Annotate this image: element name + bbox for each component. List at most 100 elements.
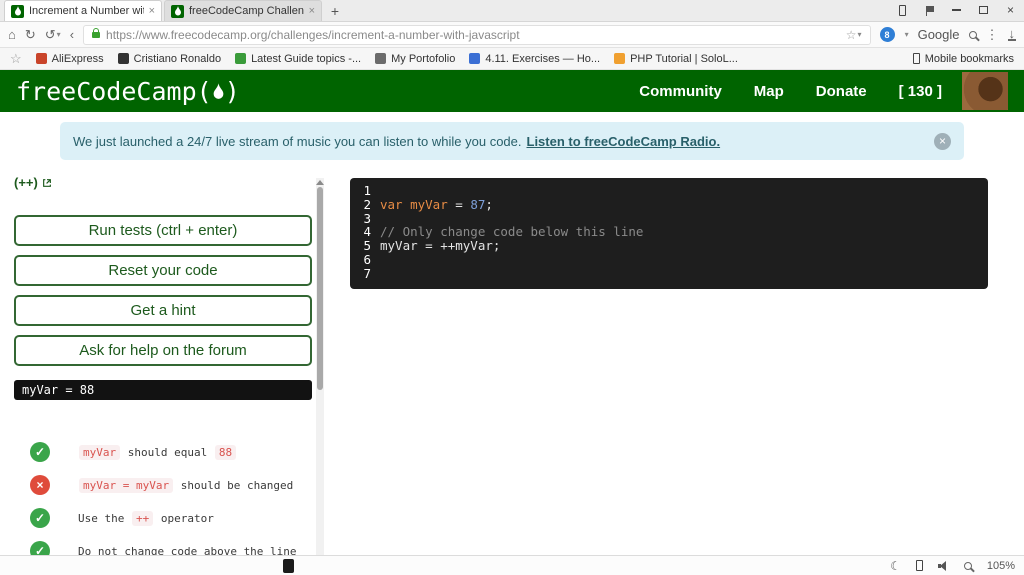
- downloads-button[interactable]: ↓: [1007, 27, 1016, 41]
- code-editor[interactable]: 1 2 var myVar = 87; 3 4 // Only change code b…: [350, 178, 988, 289]
- avatar[interactable]: [962, 72, 1008, 110]
- phone-icon: [899, 4, 906, 16]
- editor-line[interactable]: 3: [350, 210, 988, 226]
- header-nav-item[interactable]: Map: [754, 83, 784, 100]
- browser-tab[interactable]: freeCodeCamp Challenge Gui ×: [164, 0, 322, 21]
- bookmark-label: AliExpress: [51, 52, 104, 65]
- page-content: freeCodeCamp() Community Map Donate [ 130 ]…: [0, 70, 1024, 555]
- bookmark-item[interactable]: 4.11. Exercises — Ho...: [469, 53, 600, 65]
- banner-link[interactable]: Listen to freeCodeCamp Radio.: [527, 134, 721, 149]
- header-nav-item[interactable]: Community: [639, 83, 722, 100]
- editor-line[interactable]: 4 // Only change code below this line: [350, 225, 988, 239]
- line-number: 7: [363, 265, 371, 281]
- url-field[interactable]: https://www.freecodecamp.org/challenges/…: [83, 24, 871, 45]
- test-pass-icon: ✓: [30, 442, 50, 462]
- header-nav-item[interactable]: Donate: [816, 83, 867, 100]
- tab-title: Increment a Number with Jav: [29, 5, 144, 17]
- bookmark-star-button[interactable]: ☆ ▾: [846, 28, 862, 42]
- challenge-link-text: (++): [14, 175, 38, 190]
- new-tab-button[interactable]: +: [324, 1, 346, 21]
- line-number: 2: [363, 196, 371, 212]
- search-button[interactable]: [968, 30, 977, 39]
- test-result-row: × myVar = myVar should be changed: [14, 475, 316, 495]
- zoom-icon[interactable]: [963, 561, 972, 570]
- back-button[interactable]: ‹: [70, 27, 74, 42]
- radio-banner: We just launched a 24/7 live stream of m…: [60, 122, 964, 160]
- bookmark-favicon-icon: [235, 53, 247, 64]
- chevron-down-icon: ▾: [857, 30, 862, 39]
- tab-close-icon[interactable]: ×: [149, 5, 155, 17]
- bookmark-item[interactable]: PHP Tutorial | SoloL...: [614, 53, 738, 65]
- flag-icon[interactable]: [916, 0, 943, 21]
- test-result-row: ✓ Use the ++ operator: [14, 508, 316, 528]
- device-icon[interactable]: [915, 560, 923, 571]
- night-mode-icon[interactable]: ☾: [890, 559, 901, 573]
- code-text: myVar = ++myVar;: [380, 238, 501, 254]
- bookmark-item[interactable]: AliExpress: [35, 52, 104, 65]
- sidebar-action-button[interactable]: Get a hint: [14, 295, 312, 326]
- inline-code: myVar: [79, 444, 121, 460]
- freecodecamp-favicon-icon: [11, 4, 24, 18]
- header-nav-item[interactable]: [ 130 ]: [899, 83, 942, 100]
- test-pass-icon: ✓: [30, 508, 50, 528]
- blue-badge-icon[interactable]: 8: [879, 27, 895, 42]
- bookmark-label: 4.11. Exercises — Ho...: [485, 52, 601, 65]
- refresh-button[interactable]: ↻: [25, 27, 36, 43]
- console-output: myVar = 88: [14, 380, 312, 400]
- editor-line[interactable]: 2 var myVar = 87;: [350, 196, 988, 212]
- test-results: ✓ myVar should equal 88 × myVar = myVar sho…: [14, 442, 316, 555]
- banner-text: We just launched a 24/7 live stream of m…: [73, 133, 522, 149]
- editor-line[interactable]: 1: [350, 184, 988, 198]
- volume-icon[interactable]: [937, 560, 949, 571]
- line-number: 3: [363, 210, 371, 226]
- secure-lock-icon: [92, 27, 101, 38]
- tab-close-icon[interactable]: ×: [309, 5, 315, 17]
- logo-text: freeCodeCamp: [16, 76, 197, 106]
- menu-button[interactable]: ⋮: [986, 27, 999, 43]
- star-icon: ☆: [845, 27, 857, 42]
- bookmarks-star-icon[interactable]: ☆: [10, 51, 22, 67]
- bookmark-item[interactable]: Latest Guide topics -...: [235, 53, 361, 65]
- editor-line[interactable]: 7: [350, 265, 988, 281]
- url-text[interactable]: https://www.freecodecamp.org/challenges/…: [106, 28, 520, 42]
- test-result-text: myVar should equal 88: [78, 444, 237, 461]
- browser-window: Increment a Number with Jav×freeCodeCamp…: [0, 0, 1024, 575]
- taskbar-app-icon[interactable]: [283, 559, 294, 573]
- sidebar-action-button[interactable]: Reset your code: [14, 255, 312, 286]
- undo-icon: ↺: [44, 26, 56, 42]
- search-engine-label[interactable]: Google: [918, 27, 960, 42]
- bookmark-item[interactable]: My Portofolio: [375, 53, 455, 65]
- search-engine-caret-icon[interactable]: ▾: [905, 30, 909, 39]
- close-window-button[interactable]: ×: [997, 0, 1024, 21]
- status-bar: ☾ 105%: [0, 555, 1024, 575]
- editor-line[interactable]: 6: [350, 253, 988, 267]
- test-result-text: myVar = myVar should be changed: [78, 477, 293, 494]
- zoom-level[interactable]: 105%: [987, 560, 1015, 572]
- address-bar: ⌂ ↻ ↺ ▾ ‹ https://www.freecodecamp.org/ch…: [0, 22, 1024, 48]
- challenge-title-link[interactable]: (++): [14, 175, 52, 190]
- mobile-bookmarks-label: Mobile bookmarks: [924, 52, 1014, 65]
- browser-tab[interactable]: Increment a Number with Jav ×: [4, 0, 162, 21]
- undo-button[interactable]: ↺ ▾: [45, 27, 61, 43]
- sidebar-action-button[interactable]: Run tests (ctrl + enter): [14, 215, 312, 246]
- tab-strip: Increment a Number with Jav×freeCodeCamp…: [4, 0, 324, 21]
- home-button[interactable]: ⌂: [8, 27, 16, 42]
- freecodecamp-logo[interactable]: freeCodeCamp(): [16, 77, 240, 106]
- inline-code: 88: [214, 444, 237, 460]
- scrollbar-thumb[interactable]: [317, 187, 323, 390]
- bookmark-favicon-icon: [469, 53, 481, 64]
- minimize-icon: [952, 9, 961, 11]
- maximize-button[interactable]: [970, 0, 997, 21]
- sidebar-action-button[interactable]: Ask for help on the forum: [14, 335, 312, 366]
- mobile-bookmarks-button[interactable]: Mobile bookmarks: [912, 52, 1014, 65]
- editor-line[interactable]: 5 myVar = ++myVar;: [350, 239, 988, 253]
- bookmark-item[interactable]: Cristiano Ronaldo: [117, 53, 221, 65]
- banner-close-button[interactable]: ×: [934, 132, 951, 150]
- vertical-scrollbar[interactable]: [316, 178, 324, 555]
- maximize-icon: [979, 6, 988, 14]
- test-fail-icon: ×: [30, 475, 50, 495]
- scrollbar-up-arrow-icon[interactable]: [316, 180, 324, 185]
- send-to-device-icon[interactable]: [889, 0, 916, 21]
- flag-shape-icon: [925, 5, 934, 16]
- minimize-button[interactable]: [943, 0, 970, 21]
